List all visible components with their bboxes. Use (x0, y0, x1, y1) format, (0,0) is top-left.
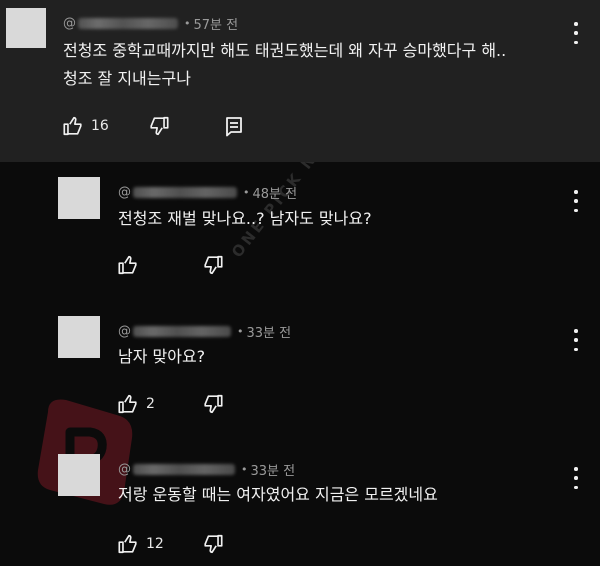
reply-comment-icon (226, 117, 242, 137)
reply-comment: @ • 33분 전 남자 맞아요? 2 (0, 302, 600, 442)
separator-dot: • (243, 186, 250, 199)
comment-text-line: 전청조 재벌 맞나요..? 남자도 맞나요? (118, 209, 372, 228)
reply-comment: @ • 33분 전 저랑 운동할 때는 여자였어요 지금은 모르겠네요 12 (0, 442, 600, 566)
reply-button[interactable] (224, 115, 244, 137)
thumbs-up-icon (118, 534, 137, 554)
comment-text-line: 청조 잘 지내는구나 (63, 69, 191, 88)
avatar[interactable] (58, 177, 100, 219)
thumbs-down-icon (204, 255, 223, 275)
comment-text-line: 전청조 중학교때까지만 해도 태권도했는데 왜 자꾸 승마했다구 해.. (63, 41, 507, 60)
avatar[interactable] (58, 454, 100, 496)
like-count: 12 (146, 536, 164, 552)
comment-meta: @ • 33분 전 (118, 322, 291, 341)
avatar[interactable] (6, 8, 46, 48)
dislike-button[interactable] (148, 115, 170, 137)
author-handle[interactable]: @ (118, 185, 131, 200)
comment-time: 33분 전 (250, 464, 296, 479)
top-comment: @ • 57분 전 전청조 중학교때까지만 해도 태권도했는데 왜 자꾸 승마했… (0, 0, 600, 162)
dislike-button[interactable] (202, 254, 224, 276)
comment-text-line: 저랑 운동할 때는 여자였어요 지금은 모르겠네요 (118, 485, 438, 504)
comment-text-line: 남자 맞아요? (118, 347, 206, 366)
separator-dot: • (184, 17, 191, 30)
like-count: 16 (91, 118, 109, 134)
blurred-handle (78, 18, 178, 29)
like-button[interactable]: 12 (117, 533, 164, 555)
comment-meta: @ • 57분 전 (63, 14, 238, 33)
thumbs-down-icon (204, 394, 223, 414)
comment-meta: @ • 33분 전 (118, 460, 295, 479)
dislike-button[interactable] (202, 533, 224, 555)
reply-comment: @ • 48분 전 전청조 재벌 맞나요..? 남자도 맞나요? (0, 162, 600, 302)
blurred-handle (133, 187, 237, 198)
thumbs-up-icon (63, 116, 82, 136)
like-button[interactable]: 16 (62, 115, 109, 137)
blurred-handle (133, 326, 231, 337)
comment-time: 57분 전 (193, 18, 239, 33)
comments-page: ONE PICK NEWS @ • 57분 전 전청조 중학교때까지만 해도 태… (0, 0, 600, 566)
author-handle[interactable]: @ (63, 16, 76, 31)
comment-time: 48분 전 (252, 187, 298, 202)
blurred-handle (133, 464, 235, 475)
like-count: 2 (146, 396, 155, 412)
thumbs-up-icon (118, 394, 137, 414)
comment-time: 33분 전 (246, 326, 292, 341)
more-vertical-icon[interactable] (572, 190, 580, 212)
thumbs-down-icon (150, 116, 169, 136)
separator-dot: • (237, 325, 244, 338)
thumbs-down-icon (204, 534, 223, 554)
author-handle[interactable]: @ (118, 324, 131, 339)
like-button[interactable] (117, 254, 146, 276)
comment-meta: @ • 48분 전 (118, 183, 297, 202)
author-handle[interactable]: @ (118, 462, 131, 477)
thumbs-up-icon (118, 255, 137, 275)
more-vertical-icon[interactable] (572, 329, 580, 351)
more-vertical-icon[interactable] (572, 467, 580, 489)
more-vertical-icon[interactable] (572, 22, 580, 44)
separator-dot: • (241, 463, 248, 476)
like-button[interactable]: 2 (117, 393, 155, 415)
dislike-button[interactable] (202, 393, 224, 415)
avatar[interactable] (58, 316, 100, 358)
